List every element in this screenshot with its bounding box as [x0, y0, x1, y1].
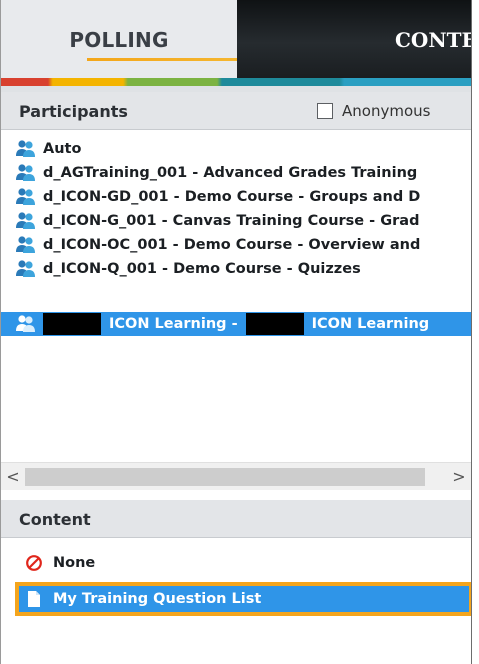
participants-header: Participants Anonymous [1, 92, 471, 130]
tab-bar: POLLING CONTE [1, 0, 471, 78]
participants-title: Participants [19, 102, 128, 121]
content-header: Content [1, 500, 471, 538]
list-item-selected[interactable]: My Training Question List [15, 582, 471, 616]
color-stripe [1, 78, 471, 86]
list-item[interactable]: d_ICON-GD_001 - Demo Course - Groups and… [1, 185, 471, 209]
group-icon [16, 236, 35, 253]
no-entry-icon [26, 555, 42, 571]
content-title: Content [19, 510, 91, 529]
scroll-thumb[interactable] [25, 468, 425, 486]
list-item-label: None [53, 555, 96, 571]
list-item-label: My Training Question List [53, 591, 262, 607]
anonymous-toggle[interactable]: Anonymous [317, 102, 430, 120]
redacted-block [245, 313, 304, 335]
group-icon [16, 188, 35, 205]
tab-content-label: CONTE [395, 28, 472, 52]
group-icon [16, 164, 35, 181]
group-icon [16, 212, 35, 229]
tab-polling[interactable]: POLLING [1, 0, 247, 78]
anonymous-label: Anonymous [342, 102, 431, 120]
tab-polling-label: POLLING [69, 28, 169, 52]
list-item-label: d_ICON-OC_001 - Demo Course - Overview a… [43, 237, 421, 253]
document-icon [28, 591, 40, 607]
list-item-label: d_ICON-Q_001 - Demo Course - Quizzes [43, 261, 361, 277]
group-icon [16, 260, 35, 277]
list-item[interactable]: d_ICON-OC_001 - Demo Course - Overview a… [1, 233, 471, 257]
list-item-selected[interactable]: ICON Learning - ICON Learning [1, 312, 471, 336]
horizontal-scrollbar[interactable]: < > [1, 462, 471, 490]
redacted-block [43, 313, 101, 335]
anonymous-checkbox[interactable] [317, 103, 333, 119]
group-icon [16, 140, 35, 157]
list-item-label: d_AGTraining_001 - Advanced Grades Train… [43, 165, 418, 181]
tab-active-underline [87, 58, 247, 61]
list-item[interactable]: None [1, 550, 471, 576]
participants-list: Auto d_AGTraining_001 - Advanced Grades … [1, 130, 471, 462]
list-item[interactable]: d_ICON-G_001 - Canvas Training Course - … [1, 209, 471, 233]
list-item-label: d_ICON-G_001 - Canvas Training Course - … [43, 213, 420, 229]
scroll-left-arrow[interactable]: < [5, 467, 21, 486]
content-list: None My Training Question List [1, 538, 471, 664]
polling-panel: POLLING CONTE Participants Anonymous Aut… [0, 0, 472, 664]
list-item[interactable]: Auto [1, 137, 471, 161]
tab-content[interactable]: CONTE [237, 0, 472, 78]
list-item[interactable]: d_ICON-Q_001 - Demo Course - Quizzes [1, 257, 471, 281]
scroll-right-arrow[interactable]: > [451, 467, 467, 486]
list-item-label-part1: ICON Learning - [109, 316, 238, 332]
list-item-label-part2: ICON Learning [311, 316, 430, 332]
list-item[interactable]: d_AGTraining_001 - Advanced Grades Train… [1, 161, 471, 185]
list-item-label: Auto [43, 141, 82, 157]
list-item-label: d_ICON-GD_001 - Demo Course - Groups and… [43, 189, 421, 205]
group-icon [16, 315, 35, 332]
